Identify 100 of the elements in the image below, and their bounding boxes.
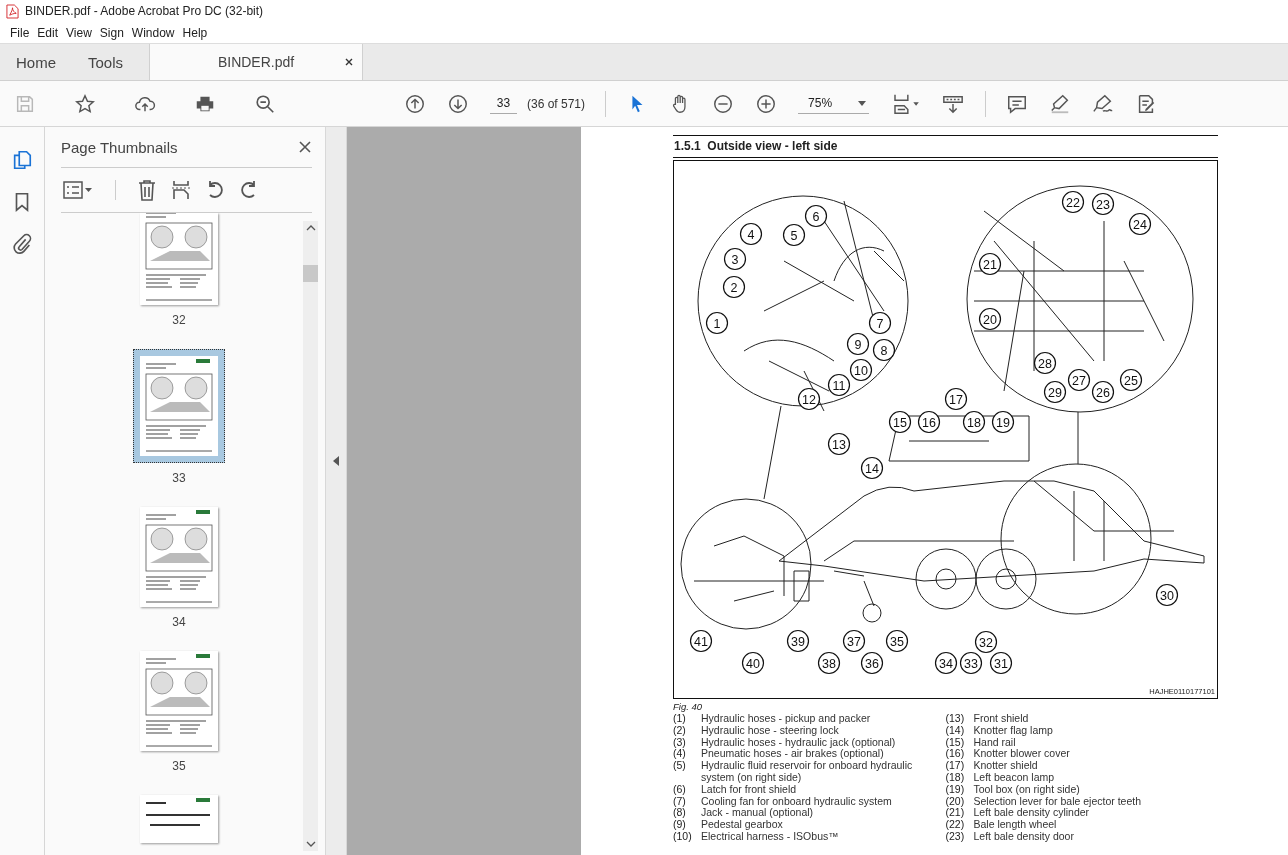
legend-number: (19)	[945, 783, 966, 796]
legend-number: (15)	[945, 736, 966, 749]
legend-number: (14)	[945, 724, 966, 737]
legend-number: (21)	[945, 807, 966, 820]
close-icon[interactable]	[298, 140, 312, 154]
menu-item[interactable]: File	[7, 25, 35, 40]
legend-number: (20)	[945, 795, 966, 808]
page-thumbnail[interactable]	[140, 651, 218, 751]
menu-item[interactable]: Sign	[96, 25, 129, 40]
arrow-down-circle-icon[interactable]	[447, 92, 469, 115]
legend-number: (17)	[945, 760, 966, 772]
close-icon[interactable]	[344, 57, 355, 67]
callout-marker: 18	[962, 410, 986, 434]
extract-pages-icon[interactable]	[170, 179, 192, 201]
legend-text: Selection lever for bale ejector teeth	[973, 795, 1142, 808]
callout-marker: 7	[868, 311, 892, 335]
scroll-up-icon[interactable]	[305, 225, 316, 231]
legend-text: Left bale density door	[973, 830, 1075, 843]
legend-number: (4)	[673, 748, 687, 761]
legend-text: Pneumatic hoses - air brakes (optional)	[701, 748, 884, 761]
menu-item[interactable]: Edit	[34, 25, 64, 40]
callout-marker: 2	[722, 275, 746, 299]
section-heading: 1.5.1 Outside view - left side	[673, 135, 1218, 158]
figure-caption: Fig. 40	[673, 701, 704, 713]
legend-number: (13)	[945, 713, 966, 725]
page-number-label: 35	[172, 759, 186, 773]
callout-marker: 9	[846, 332, 870, 356]
trash-icon[interactable]	[136, 179, 158, 201]
page-thumbnail[interactable]	[140, 507, 218, 607]
legend-text: Cooling fan for onboard hydraulic system	[701, 795, 893, 808]
callout-marker: 27	[1067, 368, 1091, 392]
callout-marker: 21	[978, 252, 1002, 276]
callout-marker: 3	[723, 247, 747, 271]
pdf-app-icon	[6, 3, 19, 19]
callout-marker: 32	[974, 630, 998, 654]
callout-marker: 19	[991, 410, 1015, 434]
legend-number: (18)	[945, 772, 966, 784]
callout-marker: 15	[888, 410, 912, 434]
tab[interactable]: Tools	[72, 44, 150, 80]
legend-text: Jack - manual (optional)	[701, 807, 814, 820]
legend-number: (23)	[945, 830, 966, 843]
legend-number: (22)	[945, 819, 966, 831]
callout-marker: 6	[804, 204, 828, 228]
tab[interactable]: BINDER.pdf	[149, 44, 364, 80]
pages-icon[interactable]	[11, 149, 33, 171]
callout-marker: 38	[817, 651, 841, 675]
legend-text: Left bale density cylinder	[973, 807, 1090, 820]
page-fit-icon[interactable]	[891, 92, 922, 115]
window-title: BINDER.pdf - Adobe Acrobat Pro DC (32-bit)	[25, 4, 264, 18]
callout-marker: 28	[1033, 351, 1057, 375]
caret-icon[interactable]	[858, 100, 867, 106]
scrollbar[interactable]	[303, 221, 318, 851]
page-thumbnail[interactable]	[140, 795, 218, 843]
callout-marker: 36	[860, 651, 884, 675]
page-thumbnail[interactable]	[133, 349, 225, 463]
page-number-label: 33	[172, 471, 186, 485]
menu-item[interactable]: Window	[128, 25, 180, 40]
menu-item[interactable]: Help	[179, 25, 213, 40]
callout-marker: 31	[989, 651, 1013, 675]
menu-item[interactable]: View	[63, 25, 97, 40]
page-thumbnail[interactable]	[140, 213, 218, 305]
callout-marker: 8	[872, 338, 896, 362]
callout-marker: 5	[782, 223, 806, 247]
callout-marker: 11	[827, 373, 851, 397]
callout-marker: 23	[1091, 192, 1115, 216]
legend-text: Hydraulic hose - steering lock	[701, 724, 839, 737]
scroll-down-icon[interactable]	[305, 841, 316, 847]
paperclip-icon[interactable]	[11, 233, 33, 255]
arrow-up-circle-icon[interactable]	[404, 92, 426, 115]
legend-text: Hydraulic fluid reservoir for onboard hydraulic system (on right side)	[701, 760, 914, 784]
page-number-label: 32	[172, 313, 186, 327]
callout-marker: 29	[1043, 380, 1067, 404]
tab[interactable]: Home	[0, 44, 72, 80]
zoom-in-icon[interactable]	[755, 92, 778, 115]
callout-marker: 33	[959, 651, 983, 675]
legend-text: Tool box (on right side)	[973, 783, 1081, 796]
search-icon[interactable]	[254, 92, 276, 115]
legend-number: (7)	[673, 795, 687, 808]
legend-number: (1)	[673, 713, 687, 725]
zoom-dropdown[interactable]: 75%	[798, 93, 870, 114]
legend-text: Knotter shield	[973, 760, 1039, 772]
callout-marker: 10	[849, 358, 873, 382]
legend-text: Hydraulic hoses - hydraulic jack (optional)	[701, 736, 897, 749]
callout-marker: 35	[885, 629, 909, 653]
legend-text: Left beacon lamp	[973, 772, 1056, 784]
legend-number: (8)	[673, 807, 687, 820]
callout-marker: 34	[934, 651, 958, 675]
pen-sign-icon[interactable]	[1092, 92, 1115, 115]
page-number-field[interactable]: 33	[490, 93, 517, 114]
callout-marker: 14	[860, 456, 884, 480]
legend-number: (3)	[673, 736, 687, 749]
scrollbar-thumb[interactable]	[303, 265, 318, 282]
collapse-panel-icon[interactable]	[333, 456, 339, 466]
legend-text: Bale length wheel	[973, 819, 1058, 831]
zoom-out-icon[interactable]	[712, 92, 735, 115]
callout-marker: 26	[1091, 380, 1115, 404]
legend-text: Knotter blower cover	[973, 748, 1071, 761]
callout-marker: 4	[739, 222, 763, 246]
options-menu-icon[interactable]	[61, 180, 95, 200]
star-icon[interactable]	[74, 92, 96, 115]
